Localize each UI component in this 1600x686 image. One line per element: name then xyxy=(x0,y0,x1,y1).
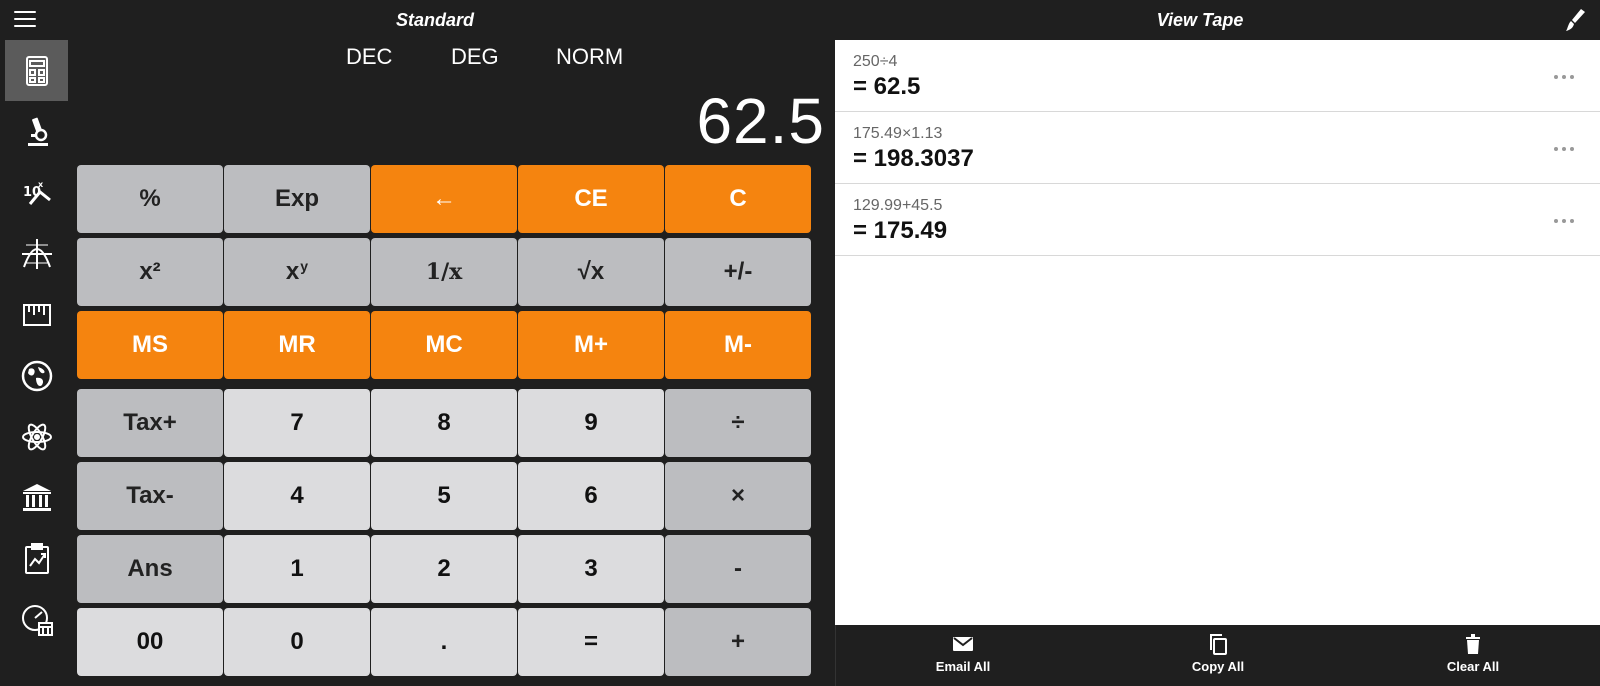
backspace-button[interactable]: ← xyxy=(371,165,517,233)
digit-0-button[interactable]: 0 xyxy=(224,608,370,676)
clear-all-label: Clear All xyxy=(1446,659,1500,674)
copy-all-button[interactable]: Copy All xyxy=(1163,633,1273,674)
sidebar-item-currency[interactable] xyxy=(5,345,68,406)
equals-button[interactable]: = xyxy=(518,608,664,676)
sidebar-item-graph[interactable] xyxy=(5,223,68,284)
tape-expression: 129.99+45.5 xyxy=(853,197,943,214)
tape-toolbar: Email All Copy All Clear All xyxy=(835,625,1600,686)
reciprocal-button[interactable]: 1/x xyxy=(371,238,517,306)
tape-panel: 250÷4 = 62.5 175.49×1.13 = 198.3037 129.… xyxy=(835,40,1600,625)
clipboard-chart-icon xyxy=(24,542,49,574)
digit-6-button[interactable]: 6 xyxy=(518,462,664,530)
minus-button[interactable]: - xyxy=(665,535,811,603)
exp-button[interactable]: Exp xyxy=(224,165,370,233)
tape-result: = 62.5 xyxy=(853,73,921,100)
power-exponent-label: y xyxy=(300,258,309,274)
more-options-icon[interactable] xyxy=(1554,210,1578,223)
sidebar: 10 x xyxy=(0,40,70,686)
power-button[interactable]: xy xyxy=(224,238,370,306)
decimal-button[interactable]: . xyxy=(371,608,517,676)
memory-add-button[interactable]: M+ xyxy=(518,311,664,379)
tape-entry[interactable]: 175.49×1.13 = 198.3037 xyxy=(835,112,1600,184)
graph-icon xyxy=(21,238,52,269)
calculator-panel: DEC DEG NORM 62.5 % Exp ← CE C x² xy 1/x… xyxy=(70,40,835,686)
envelope-icon xyxy=(953,637,973,651)
sidebar-item-constants[interactable] xyxy=(5,406,68,467)
mode-title: Standard xyxy=(395,10,474,30)
email-all-label: Email All xyxy=(935,659,991,674)
exponent-icon: 10 x xyxy=(23,180,51,205)
mode-bar: DEC DEG NORM xyxy=(70,44,835,74)
answer-button[interactable]: Ans xyxy=(77,535,223,603)
sidebar-item-scientific[interactable] xyxy=(5,101,68,162)
tape-entry[interactable]: 250÷4 = 62.5 xyxy=(835,40,1600,112)
calculator-icon xyxy=(25,55,48,86)
globe-icon xyxy=(21,360,52,391)
clear-entry-button[interactable]: CE xyxy=(518,165,664,233)
tape-result: = 175.49 xyxy=(853,217,948,244)
power-base-label: x xyxy=(285,258,300,285)
tax-minus-button[interactable]: Tax- xyxy=(77,462,223,530)
sidebar-item-date[interactable] xyxy=(5,589,68,650)
tape-title: View Tape xyxy=(1156,10,1244,30)
digit-7-button[interactable]: 7 xyxy=(224,389,370,457)
sidebar-item-finance[interactable] xyxy=(5,467,68,528)
memory-subtract-button[interactable]: M- xyxy=(665,311,811,379)
divide-button[interactable]: ÷ xyxy=(665,389,811,457)
sidebar-item-convert[interactable] xyxy=(5,284,68,345)
memory-recall-button[interactable]: MR xyxy=(224,311,370,379)
double-zero-button[interactable]: 00 xyxy=(77,608,223,676)
digit-5-button[interactable]: 5 xyxy=(371,462,517,530)
sidebar-item-exponent[interactable]: 10 x xyxy=(5,162,68,223)
notation-mode-toggle[interactable]: NORM xyxy=(556,44,623,70)
bank-icon xyxy=(22,483,51,511)
result-display: 62.5 xyxy=(696,85,825,157)
sqrt-button[interactable]: √x xyxy=(518,238,664,306)
brush-icon[interactable] xyxy=(1564,8,1586,32)
clock-calendar-icon xyxy=(21,604,53,636)
angle-mode-toggle[interactable]: DEG xyxy=(451,44,499,70)
email-all-button[interactable]: Email All xyxy=(908,633,1018,674)
plus-button[interactable]: + xyxy=(665,608,811,676)
trash-icon xyxy=(1466,634,1480,654)
more-options-icon[interactable] xyxy=(1554,66,1578,79)
digit-9-button[interactable]: 9 xyxy=(518,389,664,457)
square-button[interactable]: x² xyxy=(77,238,223,306)
tape-expression: 250÷4 xyxy=(853,53,898,70)
clear-all-button[interactable]: Clear All xyxy=(1418,633,1528,674)
negate-button[interactable]: +/- xyxy=(665,238,811,306)
tape-expression: 175.49×1.13 xyxy=(853,125,943,142)
base-mode-toggle[interactable]: DEC xyxy=(346,44,392,70)
top-bar: Standard View Tape xyxy=(0,0,1600,40)
digit-4-button[interactable]: 4 xyxy=(224,462,370,530)
menu-icon[interactable] xyxy=(14,11,36,29)
sidebar-item-calculator[interactable] xyxy=(5,40,68,101)
svg-text:x: x xyxy=(38,180,44,189)
digit-8-button[interactable]: 8 xyxy=(371,389,517,457)
sidebar-item-stats[interactable] xyxy=(5,528,68,589)
clear-button[interactable]: C xyxy=(665,165,811,233)
copy-icon xyxy=(1210,634,1227,655)
tax-plus-button[interactable]: Tax+ xyxy=(77,389,223,457)
tape-entry[interactable]: 129.99+45.5 = 175.49 xyxy=(835,184,1600,256)
copy-all-label: Copy All xyxy=(1191,659,1245,674)
multiply-button[interactable]: × xyxy=(665,462,811,530)
more-options-icon[interactable] xyxy=(1554,138,1578,151)
percent-button[interactable]: % xyxy=(77,165,223,233)
tape-result: = 198.3037 xyxy=(853,145,974,172)
reciprocal-label: 1/x xyxy=(425,259,463,285)
microscope-icon xyxy=(27,117,48,146)
memory-clear-button[interactable]: MC xyxy=(371,311,517,379)
digit-3-button[interactable]: 3 xyxy=(518,535,664,603)
memory-store-button[interactable]: MS xyxy=(77,311,223,379)
ruler-icon xyxy=(22,303,51,326)
digit-1-button[interactable]: 1 xyxy=(224,535,370,603)
atom-icon xyxy=(21,423,52,450)
digit-2-button[interactable]: 2 xyxy=(371,535,517,603)
